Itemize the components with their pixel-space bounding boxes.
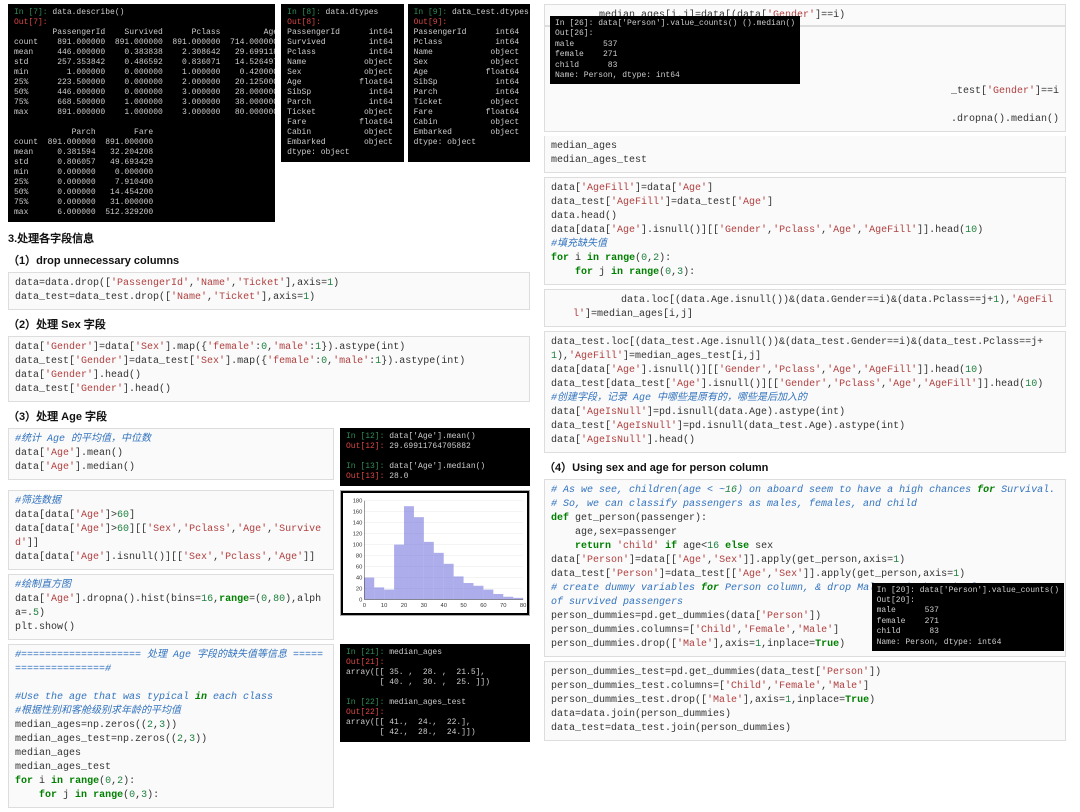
sub-2: （2）处理 Sex 字段 — [8, 316, 530, 332]
svg-text:0: 0 — [359, 597, 362, 603]
sub-3: （3）处理 Age 字段 — [8, 408, 530, 424]
code-median-ages: #==================== 处理 Age 字段的缺失值等信息 =… — [8, 644, 334, 808]
terminal-person-counts: In [20]: data['Person'].value_counts() O… — [872, 583, 1064, 651]
sub-4: （4）Using sex and age for person column — [544, 459, 1066, 475]
section-3-heading: 3.处理各字段信息 — [8, 230, 530, 246]
svg-text:50: 50 — [460, 603, 466, 609]
svg-text:60: 60 — [356, 564, 362, 570]
terminal-age-stats: In [12]: data['Age'].mean() Out[12]: 29.… — [340, 428, 530, 486]
svg-text:160: 160 — [353, 510, 363, 516]
sub-1: （1）drop unnecessary columns — [8, 252, 530, 268]
code-ageisnull: data_test.loc[(data_test.Age.isnull())&(… — [544, 331, 1066, 453]
svg-text:40: 40 — [440, 603, 446, 609]
svg-text:140: 140 — [353, 521, 363, 527]
terminal-dtypes-test: In [9]: data_test.dtypes Out[9]: Passeng… — [408, 4, 530, 162]
code-sex: data['Gender']=data['Sex'].map({'female'… — [8, 336, 530, 402]
svg-text:10: 10 — [381, 603, 387, 609]
terminal-describe: In [7]: data.describe() Out[7]: Passenge… — [8, 4, 275, 222]
svg-text:30: 30 — [421, 603, 427, 609]
terminal-person-counts-overlay: In [26]: data['Person'].value_counts() (… — [550, 16, 800, 84]
svg-text:40: 40 — [356, 575, 362, 581]
svg-text:180: 180 — [353, 499, 363, 505]
svg-text:20: 20 — [401, 603, 407, 609]
code-median-loop-bot: median_ages median_ages_test — [544, 136, 1066, 173]
age-histogram-plot: 0 10 20 30 40 50 60 70 80 0 20 40 60 80 100 120 140 160 1… — [340, 490, 530, 616]
code-agefill: data['AgeFill']=data['Age'] data_test['A… — [544, 177, 1066, 285]
code-age-stats: #统计 Age 的平均值，中位数 data['Age'].mean() data… — [8, 428, 334, 480]
code-drop: data=data.drop(['PassengerId','Name','Ti… — [8, 272, 530, 310]
svg-text:70: 70 — [500, 603, 506, 609]
terminal-median-ages: In [21]: median_ages Out[21]: array([[ 3… — [340, 644, 530, 742]
svg-text:120: 120 — [353, 532, 363, 538]
svg-text:20: 20 — [356, 586, 362, 592]
svg-text:80: 80 — [520, 603, 526, 609]
svg-text:60: 60 — [480, 603, 486, 609]
code-agefill-loc: data.loc[(data.Age.isnull())&(data.Gende… — [544, 289, 1066, 327]
code-age-hist: #绘制直方图 data['Age'].dropna().hist(bins=16… — [8, 574, 334, 640]
terminal-dtypes-train: In [8]: data.dtypes Out[8]: PassengerId … — [281, 4, 403, 162]
svg-text:80: 80 — [356, 554, 362, 560]
hist-yticks: 0 20 40 60 80 100 120 140 160 180 — [353, 499, 363, 604]
hist-svg: 0 10 20 30 40 50 60 70 80 0 20 40 60 80 100 120 140 160 1… — [343, 493, 527, 613]
hist-xticks: 0 10 20 30 40 50 60 70 80 — [363, 603, 527, 609]
code-age-filter: #筛选数据 data[data['Age']>60] data[data['Ag… — [8, 490, 334, 570]
svg-text:100: 100 — [353, 543, 363, 549]
svg-text:0: 0 — [363, 603, 366, 609]
hist-bars — [364, 506, 523, 599]
code-person-dummies-test: person_dummies_test=pd.get_dummies(data_… — [544, 661, 1066, 741]
